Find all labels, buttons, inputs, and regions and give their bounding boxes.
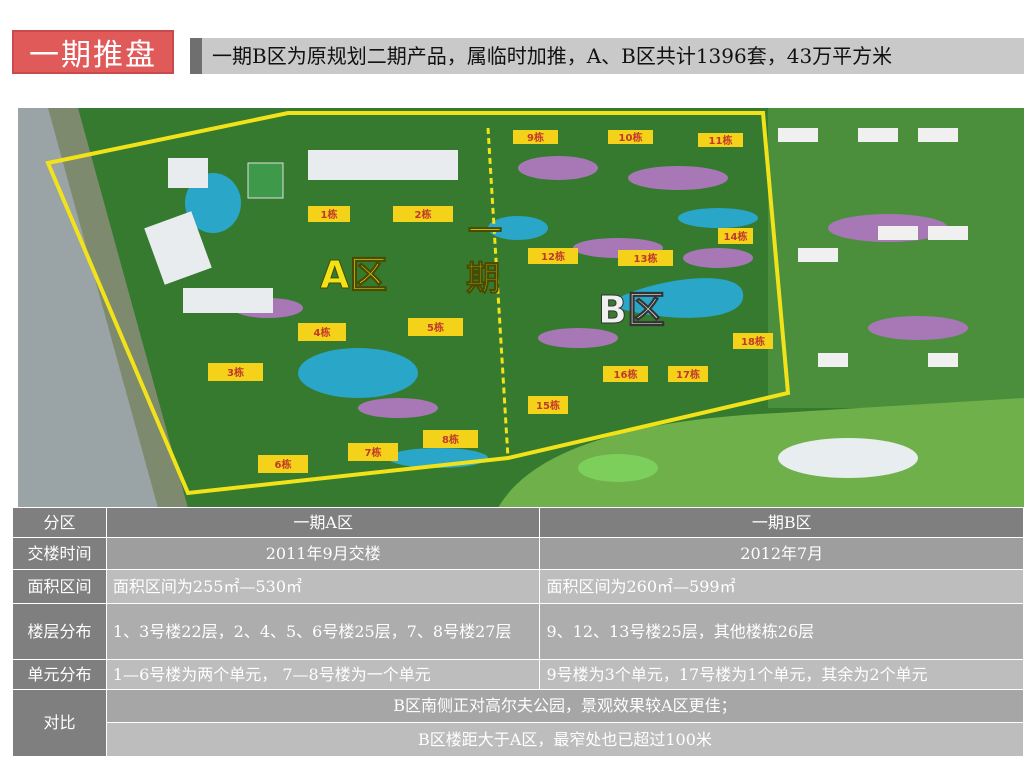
zone-a-label: A区 xyxy=(320,253,387,297)
table-row: 楼层分布 1、3号楼22层，2、4、5、6号楼25层，7、8号楼27层 9、12… xyxy=(12,603,1024,660)
row-label: 面积区间 xyxy=(12,569,107,604)
site-plan-svg: A区 B区 一 期 1栋 2栋 3栋 4栋 5栋 6栋 7栋 8栋 9栋 10栋 11栋 12栋 13栋… xyxy=(18,108,1024,508)
cell-b: 2012年7月 xyxy=(539,537,1024,570)
header-zone: 分区 xyxy=(12,507,107,538)
page-title: 一期推盘 xyxy=(12,30,174,74)
building-label: 1栋 xyxy=(321,208,338,221)
tennis-court xyxy=(247,162,284,199)
building-marker: 2栋 xyxy=(393,206,453,222)
cell-a: 1—6号楼为两个单元， 7—8号楼为一个单元 xyxy=(105,659,541,690)
building-label: 10栋 xyxy=(619,131,643,144)
row-label: 单元分布 xyxy=(12,659,107,690)
building-label: 15栋 xyxy=(536,399,560,412)
building-marker: 15栋 xyxy=(528,396,568,414)
building-label: 9栋 xyxy=(527,131,544,144)
building-marker: 6栋 xyxy=(258,455,308,473)
building-marker: 3栋 xyxy=(208,363,263,381)
golf-green xyxy=(578,454,658,482)
table-row: B区楼距大于A区，最窄处也已超过100米 xyxy=(13,722,1024,757)
building-marker: 11栋 xyxy=(698,133,743,147)
header-zone-b: 一期B区 xyxy=(539,507,1024,538)
comparison-table: 分区 一期A区 一期B区 交楼时间 2011年9月交楼 2012年7月 面积区间… xyxy=(12,507,1024,757)
building-marker: 10栋 xyxy=(608,130,653,144)
building-label: 5栋 xyxy=(427,321,444,334)
building-label: 18栋 xyxy=(741,335,765,348)
building-marker: 12栋 xyxy=(528,248,578,264)
building-label: 12栋 xyxy=(541,250,565,263)
building-marker: 7栋 xyxy=(348,443,398,461)
building-label: 13栋 xyxy=(634,252,658,265)
cell-a: 2011年9月交楼 xyxy=(105,537,541,570)
phase-label-top: 一 xyxy=(468,212,502,252)
building-label: 2栋 xyxy=(415,208,432,221)
cell-b: 9、12、13号楼25层，其他楼栋26层 xyxy=(539,603,1024,660)
compare-line-2: B区楼距大于A区，最窄处也已超过100米 xyxy=(105,722,1024,757)
compare-label: 对比 xyxy=(12,689,107,757)
building-marker: 5栋 xyxy=(408,318,463,336)
building-label: 11栋 xyxy=(709,134,733,147)
subtitle-text: 一期B区为原规划二期产品，属临时加推，A、B区共计1396套，43万平方米 xyxy=(212,44,893,68)
row-label: 交楼时间 xyxy=(12,537,107,570)
building-label: 17栋 xyxy=(676,368,700,381)
building-marker: 17栋 xyxy=(668,366,708,382)
building-label: 8栋 xyxy=(442,433,459,446)
cell-b: 面积区间为260㎡—599㎡ xyxy=(539,569,1024,604)
building-label: 3栋 xyxy=(227,366,244,379)
building-marker: 13栋 xyxy=(618,250,673,266)
building-marker: 1栋 xyxy=(308,206,350,222)
building-marker: 4栋 xyxy=(298,323,346,341)
table-row: 对比 B区南侧正对高尔夫公园，景观效果较A区更佳； xyxy=(12,689,1024,757)
row-label: 楼层分布 xyxy=(12,603,107,660)
building-label: 4栋 xyxy=(314,326,331,339)
building-label: 16栋 xyxy=(614,368,638,381)
building-marker: 16栋 xyxy=(603,366,648,382)
building-label: 14栋 xyxy=(724,230,748,243)
table-row: 单元分布 1—6号楼为两个单元， 7—8号楼为一个单元 9号楼为3个单元，17号… xyxy=(12,659,1024,690)
building-label: 6栋 xyxy=(275,458,292,471)
building-marker: 18栋 xyxy=(733,333,773,349)
cell-b: 9号楼为3个单元，17号楼为1个单元，其余为2个单元 xyxy=(539,659,1024,690)
cell-a: 面积区间为255㎡—530㎡ xyxy=(105,569,541,604)
golf-sand xyxy=(778,438,918,478)
subtitle-accent xyxy=(190,38,202,74)
cell-a: 1、3号楼22层，2、4、5、6号楼25层，7、8号楼27层 xyxy=(105,603,541,660)
compare-line-1: B区南侧正对高尔夫公园，景观效果较A区更佳； xyxy=(105,689,1024,723)
building-marker: 8栋 xyxy=(423,430,478,448)
phase-label-bottom: 期 xyxy=(466,259,500,299)
table-row: 面积区间 面积区间为255㎡—530㎡ 面积区间为260㎡—599㎡ xyxy=(12,569,1024,604)
building-label: 7栋 xyxy=(365,446,382,459)
building-marker: 14栋 xyxy=(718,228,753,244)
site-plan-map: A区 B区 一 期 1栋 2栋 3栋 4栋 5栋 6栋 7栋 8栋 9栋 10栋 11栋 12栋 13栋… xyxy=(18,108,1024,508)
zone-b-label: B区 xyxy=(598,288,665,332)
building-marker: 9栋 xyxy=(513,130,558,144)
header-zone-a: 一期A区 xyxy=(105,507,541,538)
table-row: 交楼时间 2011年9月交楼 2012年7月 xyxy=(12,537,1024,570)
table-header-row: 分区 一期A区 一期B区 xyxy=(12,507,1024,538)
